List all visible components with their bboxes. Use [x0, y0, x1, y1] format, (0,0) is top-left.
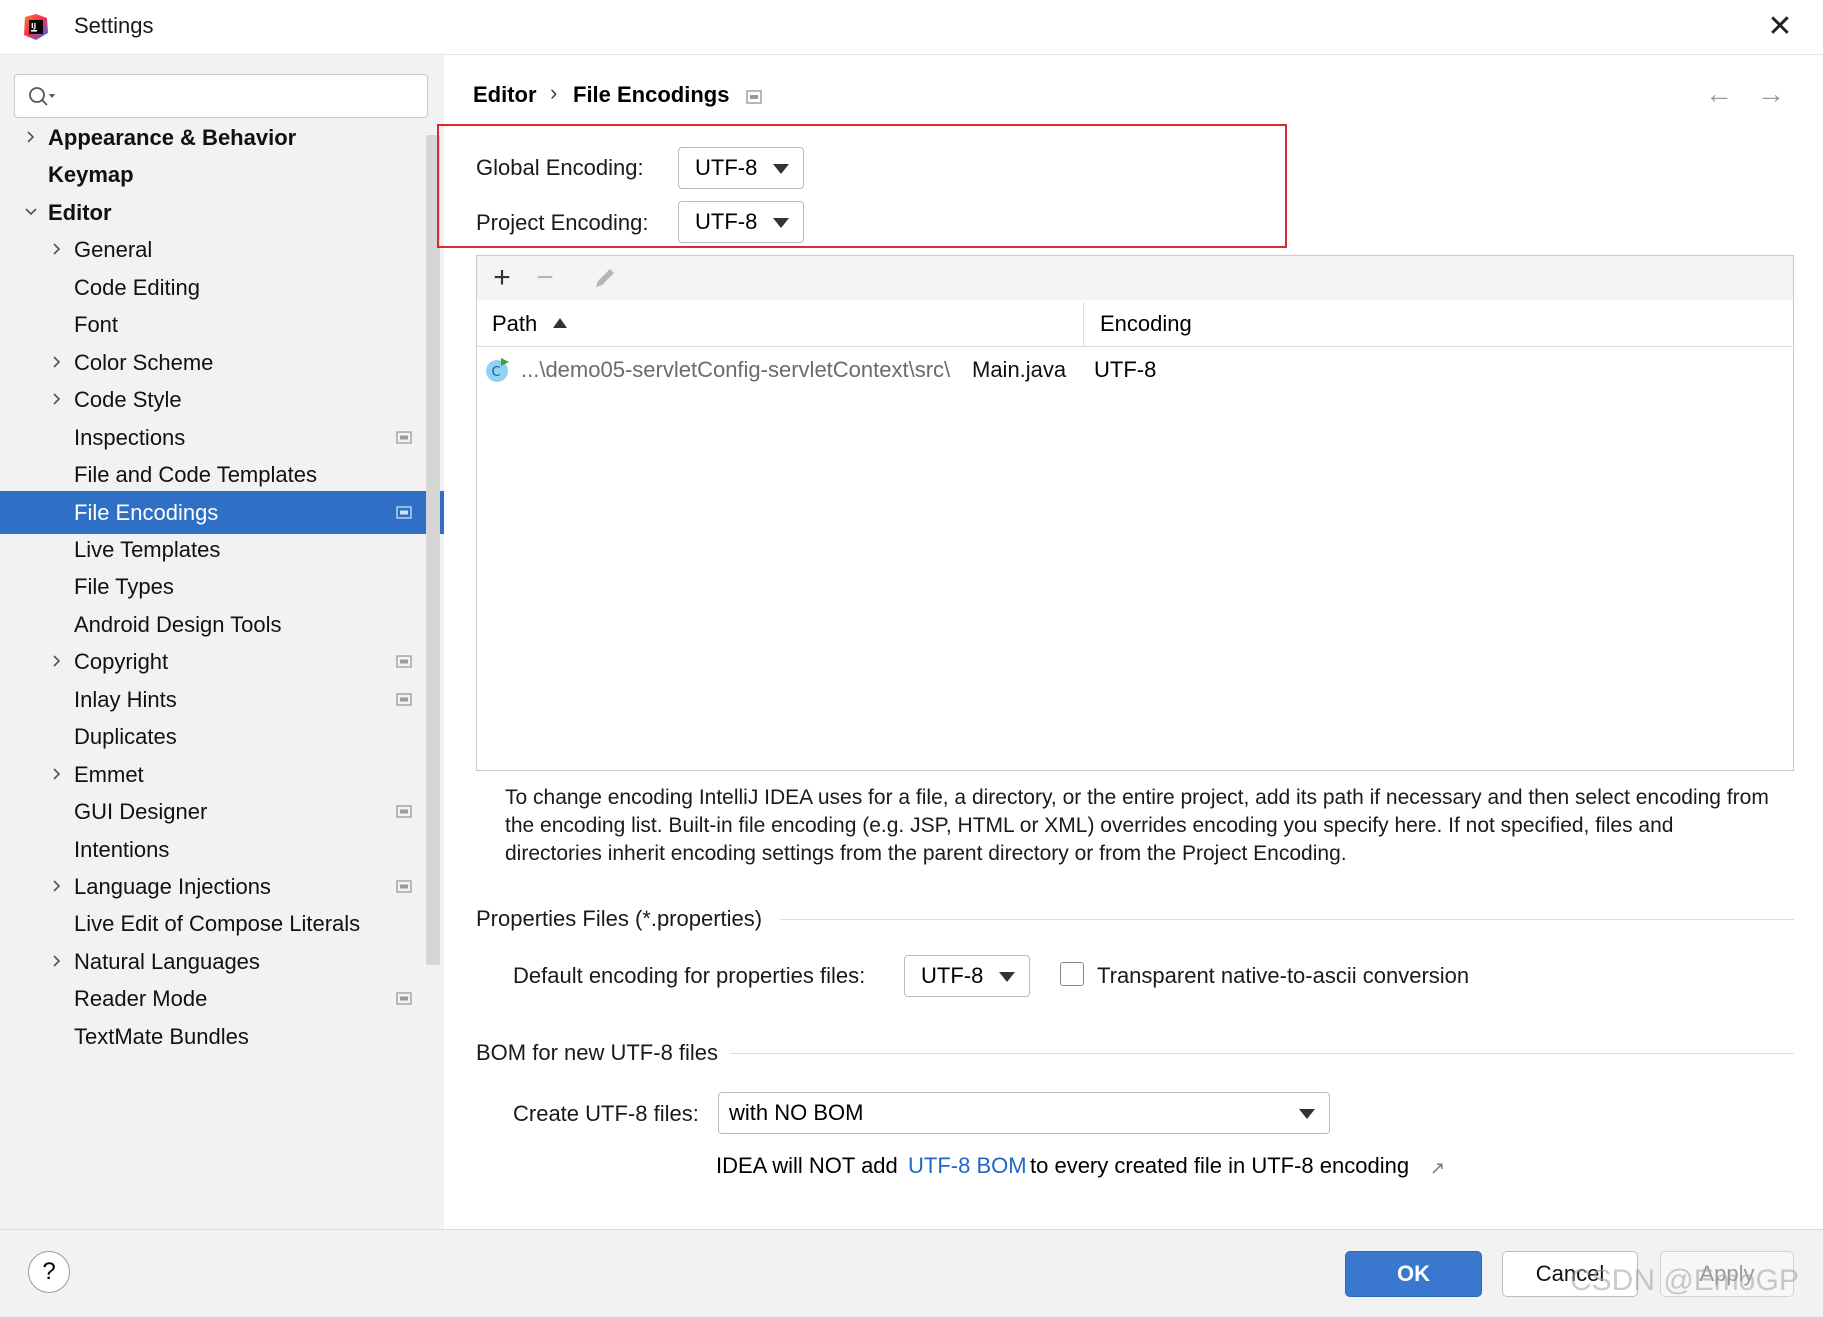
chevron-right-icon[interactable] — [50, 767, 64, 781]
window-title: Settings — [74, 13, 154, 38]
project-settings-icon — [396, 805, 412, 818]
project-settings-icon — [746, 90, 762, 104]
table-row-path-file[interactable]: Main.java — [972, 357, 1066, 383]
properties-encoding-value: UTF-8 — [921, 963, 984, 988]
project-encoding-label: Project Encoding: — [476, 210, 649, 235]
project-settings-icon — [396, 992, 412, 1005]
sidebar-item-label: TextMate Bundles — [74, 1023, 249, 1049]
settings-sidebar: Appearance & Behavior Keymap Editor General… — [0, 55, 444, 1229]
sidebar-scrollbar[interactable] — [426, 135, 440, 965]
chevron-right-icon[interactable] — [50, 392, 64, 406]
column-header-path[interactable]: Path — [492, 311, 537, 337]
ok-button[interactable]: OK — [1345, 1251, 1482, 1297]
section-divider — [780, 919, 1794, 920]
sort-ascending-icon — [553, 318, 567, 328]
project-settings-icon — [396, 430, 412, 444]
breadcrumb-editor[interactable]: Editor — [473, 82, 537, 108]
chevron-right-icon[interactable] — [50, 242, 64, 256]
svg-text:C: C — [492, 365, 501, 380]
table-row-path-prefix[interactable]: ...\demo05-servletConfig-servletContext\… — [521, 357, 950, 383]
chevron-right-icon[interactable] — [24, 130, 38, 144]
chevron-down-icon — [773, 218, 789, 228]
global-encoding-value: UTF-8 — [695, 155, 758, 180]
properties-default-encoding-label: Default encoding for properties files: — [513, 963, 866, 988]
bom-mode-value: with NO BOM — [729, 1100, 864, 1125]
column-header-encoding[interactable]: Encoding — [1100, 311, 1192, 337]
bom-note-text: IDEA will NOT add — [716, 1153, 898, 1178]
close-button[interactable]: ✕ — [1760, 8, 1800, 46]
section-divider — [730, 1053, 1794, 1054]
encoding-help-text: To change encoding IntelliJ IDEA uses fo… — [505, 786, 1769, 865]
global-encoding-label: Global Encoding: — [476, 155, 644, 180]
edit-pencil-icon[interactable] — [592, 265, 618, 291]
project-settings-icon — [396, 693, 412, 706]
chevron-right-icon[interactable] — [50, 954, 64, 968]
native-to-ascii-checkbox[interactable] — [1060, 962, 1084, 986]
forward-arrow-icon[interactable]: → — [1757, 78, 1785, 110]
intellij-logo-icon: IJ — [24, 14, 48, 40]
chevron-down-icon — [999, 972, 1015, 982]
remove-path-button[interactable]: − — [528, 261, 562, 295]
breadcrumb-current-page: File Encodings — [573, 82, 730, 107]
project-encoding-dropdown[interactable]: UTF-8 — [678, 201, 804, 243]
create-utf8-files-label: Create UTF-8 files: — [513, 1101, 699, 1126]
add-path-button[interactable]: + — [485, 261, 519, 295]
native-to-ascii-label[interactable]: Transparent native-to-ascii conversion — [1097, 963, 1469, 989]
back-arrow-icon[interactable]: ← — [1705, 78, 1733, 110]
java-class-icon: C — [486, 358, 509, 382]
table-toolbar: + − — [477, 256, 1793, 301]
title-bar — [0, 0, 1823, 55]
chevron-down-icon — [773, 164, 789, 174]
sidebar-item-textmate-bundles[interactable]: TextMate Bundles — [0, 1015, 428, 1058]
help-button[interactable]: ? — [28, 1251, 70, 1293]
chevron-right-icon[interactable] — [50, 355, 64, 369]
bom-note-text-end: to every created file in UTF-8 encoding — [1030, 1153, 1410, 1178]
settings-search-field[interactable] — [14, 74, 428, 118]
project-settings-icon — [396, 505, 412, 519]
chevron-down-icon[interactable] — [24, 205, 38, 219]
project-settings-icon — [396, 880, 412, 893]
chevron-right-icon[interactable] — [50, 654, 64, 668]
project-settings-icon — [396, 655, 412, 668]
svg-text:IJ: IJ — [31, 22, 36, 30]
search-icon — [29, 87, 55, 106]
project-encoding-value: UTF-8 — [695, 209, 758, 234]
properties-encoding-dropdown[interactable]: UTF-8 — [904, 955, 1030, 997]
column-divider[interactable] — [1083, 302, 1084, 346]
global-encoding-dropdown[interactable]: UTF-8 — [678, 147, 804, 189]
breadcrumb-separator: › — [550, 80, 558, 105]
utf8-bom-link[interactable]: UTF-8 BOM — [908, 1153, 1027, 1179]
table-row-encoding[interactable]: UTF-8 — [1094, 357, 1156, 383]
bom-mode-dropdown[interactable]: with NO BOM — [718, 1092, 1330, 1134]
chevron-down-icon — [1299, 1109, 1315, 1119]
external-link-icon[interactable]: ↗ — [1430, 1158, 1445, 1179]
chevron-right-icon[interactable] — [50, 879, 64, 893]
properties-section-title: Properties Files (*.properties) — [476, 906, 763, 931]
watermark: CSDN @EmoGP — [1570, 1264, 1799, 1297]
bom-section-title: BOM for new UTF-8 files — [476, 1040, 719, 1065]
